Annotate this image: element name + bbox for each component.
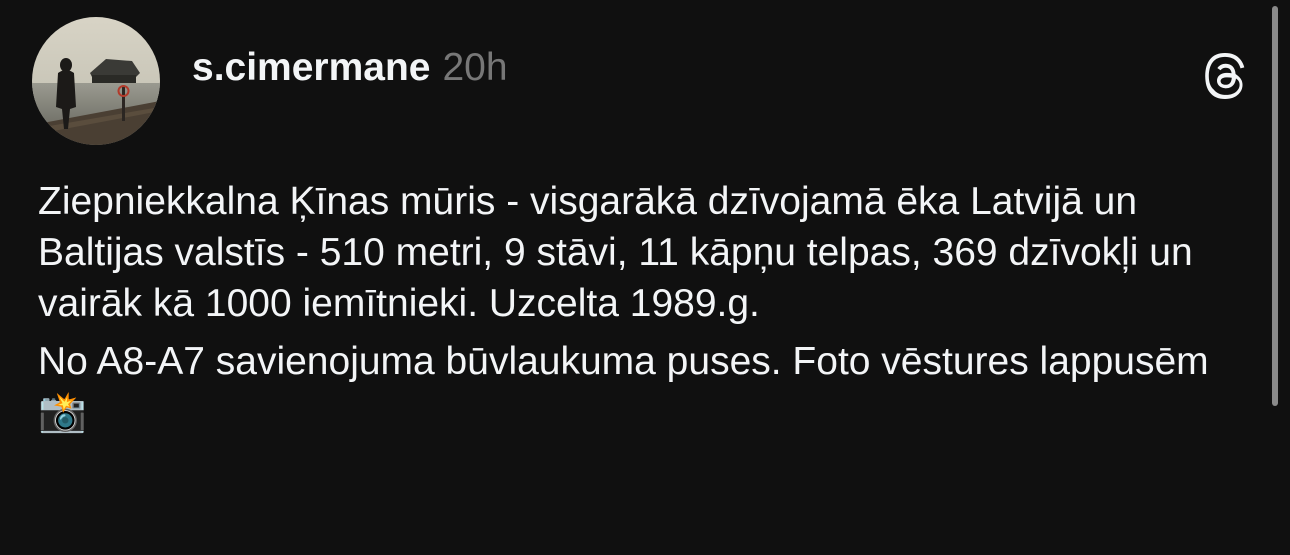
post-paragraph: Ziepniekkalna Ķīnas mūris - visgarākā dz… (38, 180, 1193, 325)
post-text: Ziepniekkalna Ķīnas mūris - visgarākā dz… (38, 176, 1238, 438)
thread-post: s.cimermane 20h Ziepniekkalna Ķīnas mūri… (0, 0, 1290, 555)
post-paragraph: No A8-A7 savienojuma būvlaukuma puses. F… (38, 340, 1209, 434)
author-username[interactable]: s.cimermane (192, 46, 430, 90)
post-header: s.cimermane 20h (192, 46, 508, 100)
threads-logo-icon[interactable] (1203, 52, 1251, 100)
author-avatar[interactable] (32, 17, 160, 145)
scrollbar-thumb[interactable] (1272, 6, 1278, 406)
avatar-photo (32, 17, 160, 145)
post-timestamp[interactable]: 20h (442, 46, 507, 90)
